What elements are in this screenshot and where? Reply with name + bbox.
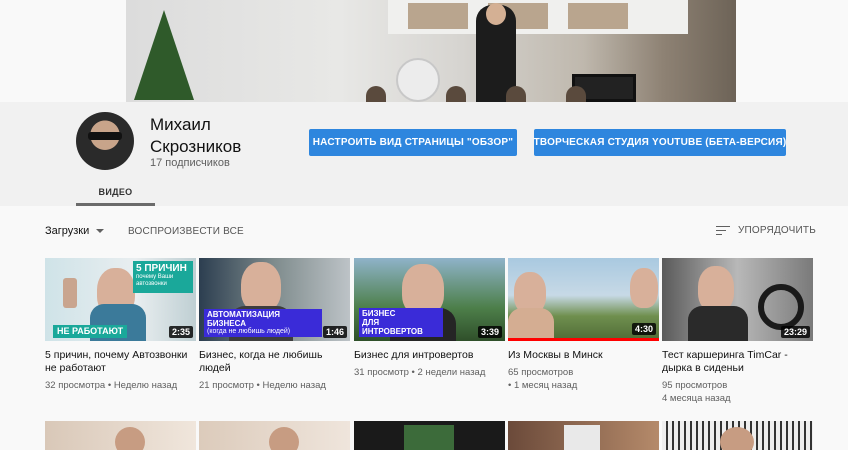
channel-banner-area <box>0 0 848 102</box>
video-age: 2 недели назад <box>417 367 486 378</box>
video-views: 65 просмотров <box>508 367 574 378</box>
overlay-bottom-label: НЕ РАБОТАЮТ <box>53 325 128 338</box>
video-title[interactable]: Бизнес для интровертов <box>354 349 504 362</box>
thumbnail-title-overlay: БИЗНЕС ДЛЯ ИНТРОВЕРТОВ <box>359 308 443 337</box>
video-grid-row-2 <box>45 421 845 450</box>
video-thumbnail[interactable] <box>508 421 659 450</box>
screen-photo <box>408 3 468 29</box>
christmas-tree-graphic <box>134 10 194 100</box>
channel-banner <box>126 0 736 102</box>
thumbnail-title-overlay: АВТОМАТИЗАЦИЯ БИЗНЕСА (когда не любишь л… <box>204 309 322 337</box>
phone-graphic <box>63 278 77 308</box>
youtube-studio-button[interactable]: ТВОРЧЕСКАЯ СТУДИЯ YOUTUBE (БЕТА-ВЕРСИЯ) <box>534 129 786 156</box>
uploads-dropdown[interactable]: Загрузки <box>45 225 105 237</box>
youtube-channel-page: Михаил Скрозников 17 подписчиков НАСТРОИ… <box>0 0 848 450</box>
video-views: 21 просмотр <box>199 380 254 391</box>
screen-photo <box>568 3 628 29</box>
video-duration: 3:39 <box>477 326 502 338</box>
video-duration: 23:29 <box>780 326 810 338</box>
thumbnail-title-overlay: 5 ПРИЧИН почему Ваши автозвонки <box>133 261 193 293</box>
video-views: 31 просмотр <box>354 367 409 378</box>
video-card[interactable]: АВТОМАТИЗАЦИЯ БИЗНЕСА (когда не любишь л… <box>199 258 350 392</box>
customize-channel-button[interactable]: НАСТРОИТЬ ВИД СТРАНИЦЫ "ОБЗОР" <box>309 129 517 156</box>
video-views: 32 просмотра <box>45 380 106 391</box>
video-duration: 2:35 <box>168 326 193 338</box>
channel-name: Михаил Скрозников <box>150 115 242 156</box>
video-thumbnail[interactable]: 23:29 <box>662 258 813 341</box>
subscriber-count: 17 подписчиков <box>150 157 230 169</box>
video-views: 95 просмотров <box>662 380 728 391</box>
video-age: Неделю назад <box>262 380 326 391</box>
projector-screen-graphic <box>388 0 688 34</box>
video-meta: 95 просмотров 4 месяца назад <box>662 379 813 405</box>
video-card[interactable]: 5 ПРИЧИН почему Ваши автозвонки НЕ РАБОТ… <box>45 258 196 392</box>
video-card[interactable]: БИЗНЕС ДЛЯ ИНТРОВЕРТОВ 3:39 Бизнес для и… <box>354 258 505 379</box>
overlay-headline: 5 ПРИЧИН <box>136 263 187 274</box>
videos-toolbar: Загрузки ВОСПРОИЗВЕСТИ ВСЕ УПОРЯДОЧИТЬ <box>0 206 848 256</box>
video-title[interactable]: Из Москвы в Минск <box>508 349 658 362</box>
sort-icon <box>715 225 730 236</box>
uploads-dropdown-label: Загрузки <box>45 225 90 237</box>
video-age: 1 месяц назад <box>513 380 578 391</box>
video-card[interactable]: 23:29 Тест каршеринга TimCar - дырка в с… <box>662 258 813 405</box>
audience-graphic <box>306 84 596 102</box>
video-meta: 32 просмотра • Неделю назад <box>45 380 178 391</box>
video-duration: 1:46 <box>322 326 347 338</box>
video-age: Неделю назад <box>113 380 178 391</box>
play-all-button[interactable]: ВОСПРОИЗВЕСТИ ВСЕ <box>128 226 244 237</box>
video-thumbnail[interactable] <box>199 421 350 450</box>
overlay-headline: БИЗНЕС <box>362 309 396 318</box>
video-thumbnail[interactable] <box>354 421 505 450</box>
video-title[interactable]: Тест каршеринга TimCar - дырка в сиденьи <box>662 349 812 375</box>
overlay-subline: ДЛЯ ИНТРОВЕРТОВ <box>362 318 423 336</box>
video-meta: 65 просмотров • 1 месяц назад <box>508 366 659 392</box>
video-age: 4 месяца назад <box>662 393 731 404</box>
person-graphic <box>630 268 658 308</box>
sort-button[interactable]: УПОРЯДОЧИТЬ <box>715 225 816 236</box>
video-card[interactable]: 4:30 Из Москвы в Минск 65 просмотров • 1… <box>508 258 659 392</box>
video-thumbnail[interactable] <box>45 421 196 450</box>
video-thumbnail[interactable]: БИЗНЕС ДЛЯ ИНТРОВЕРТОВ 3:39 <box>354 258 505 341</box>
overlay-subline: (когда не любишь людей) <box>207 328 291 335</box>
caret-down-icon <box>96 229 105 233</box>
person-graphic <box>241 262 281 312</box>
sort-label: УПОРЯДОЧИТЬ <box>737 225 816 236</box>
video-thumbnail[interactable]: 5 ПРИЧИН почему Ваши автозвонки НЕ РАБОТ… <box>45 258 196 341</box>
person-body-graphic <box>688 306 748 341</box>
video-meta: 21 просмотр • Неделю назад <box>199 380 326 391</box>
video-duration: 4:30 <box>631 323 656 335</box>
channel-header: Михаил Скрозников 17 подписчиков НАСТРОИ… <box>0 102 848 206</box>
video-meta: 31 просмотр • 2 недели назад <box>354 367 486 378</box>
steering-wheel-graphic <box>758 284 804 330</box>
watch-progress-bar <box>508 338 659 341</box>
video-title[interactable]: Бизнес, когда не любишь людей <box>199 349 349 375</box>
video-thumbnail[interactable] <box>662 421 813 450</box>
overlay-headline: АВТОМАТИЗАЦИЯ БИЗНЕСА <box>207 310 280 328</box>
video-thumbnail[interactable]: АВТОМАТИЗАЦИЯ БИЗНЕСА (когда не любишь л… <box>199 258 350 341</box>
tab-videos[interactable]: ВИДЕО <box>76 181 155 206</box>
channel-avatar[interactable] <box>76 112 134 170</box>
person-body-graphic <box>508 308 554 341</box>
video-thumbnail[interactable]: 4:30 <box>508 258 659 341</box>
overlay-subline: почему Ваши автозвонки <box>136 274 174 287</box>
video-title[interactable]: 5 причин, почему Автозвонки не работают <box>45 349 195 375</box>
